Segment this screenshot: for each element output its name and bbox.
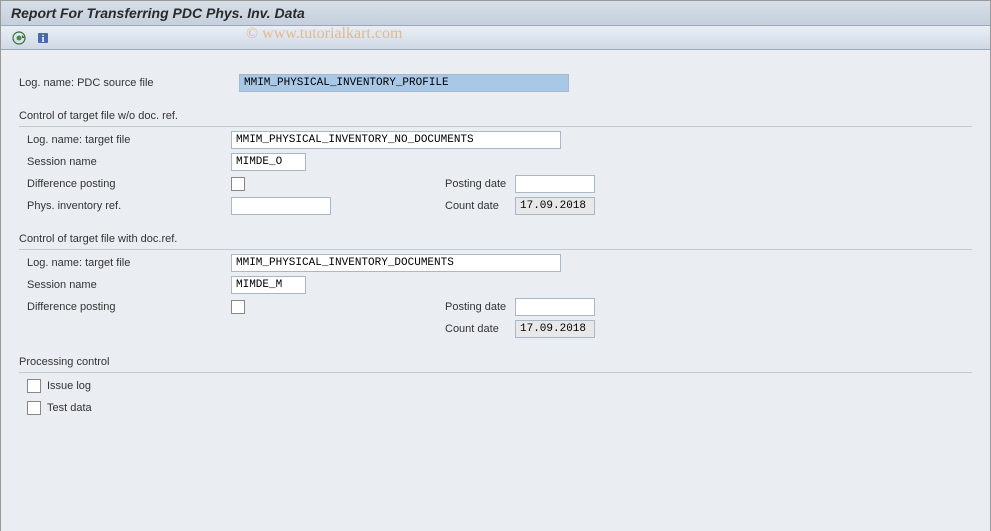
group2-count-label: Count date bbox=[415, 323, 515, 335]
group2-count-input[interactable] bbox=[515, 320, 595, 338]
test-data-label: Test data bbox=[47, 402, 92, 414]
group2-diff-label: Difference posting bbox=[19, 301, 231, 313]
window-title-bar: Report For Transferring PDC Phys. Inv. D… bbox=[1, 1, 990, 26]
execute-icon bbox=[12, 31, 26, 45]
group2-posting-label: Posting date bbox=[415, 301, 515, 313]
content-area: Log. name: PDC source file Control of ta… bbox=[1, 50, 990, 531]
group1-target-input[interactable] bbox=[231, 131, 561, 149]
group2-posting-input[interactable] bbox=[515, 298, 595, 316]
group2-title: Control of target file with doc.ref. bbox=[19, 233, 972, 245]
group1-session-label: Session name bbox=[19, 156, 231, 168]
group1-target-label: Log. name: target file bbox=[19, 134, 231, 146]
group1-diff-label: Difference posting bbox=[19, 178, 231, 190]
test-data-checkbox[interactable] bbox=[27, 401, 41, 415]
group2-box: Log. name: target file Session name Diff… bbox=[19, 249, 972, 340]
group2-session-label: Session name bbox=[19, 279, 231, 291]
source-file-input[interactable] bbox=[239, 74, 569, 92]
group1-count-input[interactable] bbox=[515, 197, 595, 215]
group1-posting-input[interactable] bbox=[515, 175, 595, 193]
info-icon: i bbox=[36, 31, 50, 45]
group1-phys-label: Phys. inventory ref. bbox=[19, 200, 231, 212]
group3-title: Processing control bbox=[19, 356, 972, 368]
issue-log-checkbox[interactable] bbox=[27, 379, 41, 393]
group1-box: Log. name: target file Session name Diff… bbox=[19, 126, 972, 217]
group1-count-label: Count date bbox=[415, 200, 515, 212]
group2-target-label: Log. name: target file bbox=[19, 257, 231, 269]
group1-session-input[interactable] bbox=[231, 153, 306, 171]
execute-button[interactable] bbox=[9, 29, 29, 47]
group2-session-input[interactable] bbox=[231, 276, 306, 294]
svg-text:i: i bbox=[42, 34, 45, 45]
group1-posting-label: Posting date bbox=[415, 178, 515, 190]
info-button[interactable]: i bbox=[33, 29, 53, 47]
issue-log-label: Issue log bbox=[47, 380, 91, 392]
group1-diff-checkbox[interactable] bbox=[231, 177, 245, 191]
group1-phys-input[interactable] bbox=[231, 197, 331, 215]
toolbar: i bbox=[1, 26, 990, 50]
group1-title: Control of target file w/o doc. ref. bbox=[19, 110, 972, 122]
source-row: Log. name: PDC source file bbox=[19, 72, 972, 94]
group2-diff-checkbox[interactable] bbox=[231, 300, 245, 314]
window-title: Report For Transferring PDC Phys. Inv. D… bbox=[11, 5, 305, 21]
group2-target-input[interactable] bbox=[231, 254, 561, 272]
source-label: Log. name: PDC source file bbox=[19, 77, 239, 89]
group3-box: Issue log Test data bbox=[19, 372, 972, 419]
